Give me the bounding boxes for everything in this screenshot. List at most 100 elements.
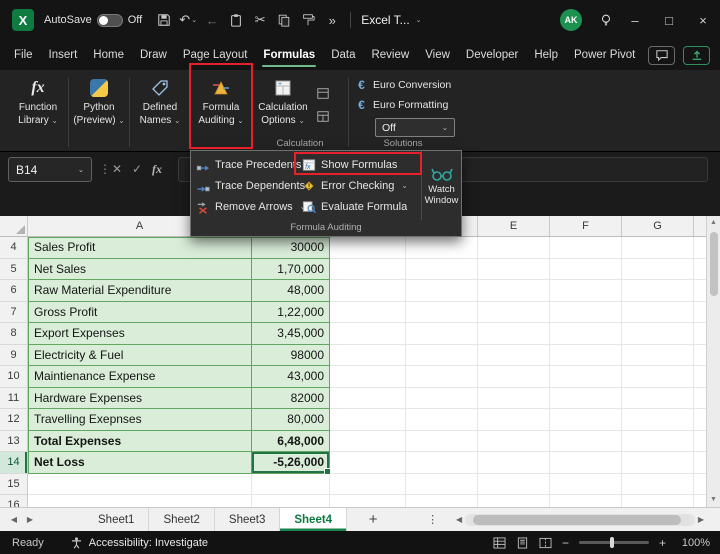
calculate-now-icon[interactable] (314, 86, 332, 101)
cell-colB[interactable]: 1,22,000 (252, 301, 330, 323)
cell-colD[interactable] (406, 237, 478, 259)
cell-colD[interactable] (406, 473, 478, 495)
ribbon-tab[interactable]: Draw (132, 40, 175, 70)
cell-colA[interactable]: Export Expenses (28, 323, 252, 345)
horizontal-scrollbar[interactable]: ◀ ▶ (456, 513, 704, 526)
row-header[interactable]: 8 (0, 323, 28, 345)
cell-colF[interactable] (550, 495, 622, 507)
cell-colF[interactable] (550, 344, 622, 366)
cell-colB[interactable]: 48,000 (252, 280, 330, 302)
cell-colA[interactable]: Gross Profit (28, 301, 252, 323)
euro-conversion-button[interactable]: € Euro Conversion (355, 75, 457, 95)
ribbon-tab[interactable]: Help (526, 40, 566, 70)
cell-colD[interactable] (406, 409, 478, 431)
cell-colG[interactable] (622, 473, 694, 495)
ribbon-tab[interactable]: Page Layout (175, 40, 256, 70)
row-header[interactable]: 6 (0, 280, 28, 302)
cell-colD[interactable] (406, 366, 478, 388)
cell-colC[interactable] (330, 473, 406, 495)
zoom-slider[interactable] (578, 537, 649, 548)
cell-colA[interactable]: Hardware Expenses (28, 387, 252, 409)
defined-names-button[interactable]: Defined Names ⌄ (130, 70, 190, 151)
comments-icon[interactable] (648, 45, 675, 65)
calculate-sheet-icon[interactable] (314, 109, 332, 124)
cell-colB[interactable]: -5,26,000 (252, 452, 331, 474)
hscroll-left-icon[interactable]: ◀ (456, 515, 462, 524)
cell-colC[interactable] (330, 280, 406, 302)
row-header[interactable]: 10 (0, 366, 28, 388)
cell-colE[interactable] (478, 258, 550, 280)
cell-colD[interactable] (406, 387, 478, 409)
lightbulb-icon[interactable] (594, 7, 618, 33)
enter-icon[interactable]: ✓ (132, 162, 142, 176)
cell-colC[interactable] (330, 258, 406, 280)
sheet-tab[interactable]: Sheet4 (280, 508, 348, 531)
ribbon-tab[interactable]: Insert (41, 40, 86, 70)
cell-colA[interactable]: Net Sales (28, 258, 252, 280)
cell-colF[interactable] (550, 430, 622, 452)
cell-colA[interactable]: Raw Material Expenditure (28, 280, 252, 302)
cell-colC[interactable] (330, 409, 406, 431)
cell-colA[interactable]: Total Expenses (28, 430, 252, 452)
cell-colA[interactable]: Net Loss (28, 452, 252, 474)
cell-colE[interactable] (478, 495, 550, 507)
cell-colF[interactable] (550, 237, 622, 259)
row-header[interactable]: 11 (0, 387, 28, 409)
cell-colE[interactable] (478, 452, 550, 474)
cell-colA[interactable]: Maintienance Expense (28, 366, 252, 388)
document-title[interactable]: Excel T... ⌄ (361, 13, 421, 27)
cell-colA[interactable]: Electricity & Fuel (28, 344, 252, 366)
cell-colG[interactable] (622, 280, 694, 302)
row-header[interactable]: 5 (0, 258, 28, 280)
format-painter-icon[interactable] (296, 7, 320, 33)
sheet-tab[interactable]: Sheet1 (84, 508, 150, 531)
column-header[interactable]: F (550, 216, 622, 236)
horizontal-scrollbar-thumb[interactable] (473, 514, 681, 525)
cell-colD[interactable] (406, 344, 478, 366)
cell-colE[interactable] (478, 430, 550, 452)
cell-colC[interactable] (330, 344, 406, 366)
normal-view-icon[interactable] (493, 536, 506, 549)
close-button[interactable]: × (686, 0, 720, 40)
cell-colF[interactable] (550, 323, 622, 345)
cell-colA[interactable] (28, 495, 252, 507)
ribbon-tab[interactable]: Data (323, 40, 363, 70)
cell-colF[interactable] (550, 473, 622, 495)
function-library-button[interactable]: fx Function Library ⌄ (8, 70, 68, 151)
select-all-button[interactable] (0, 216, 28, 236)
row-header[interactable]: 7 (0, 301, 28, 323)
watch-window-button[interactable]: Watch Window (421, 151, 461, 220)
hscroll-track[interactable] (465, 513, 695, 526)
cell-colA[interactable]: Sales Profit (28, 237, 252, 259)
cell-colD[interactable] (406, 323, 478, 345)
cell-colC[interactable] (330, 323, 406, 345)
sheet-nav-left-icon[interactable]: ◀ (6, 515, 22, 524)
cell-colC[interactable] (330, 237, 406, 259)
zoom-out-icon[interactable]: − (562, 536, 569, 550)
cell-colE[interactable] (478, 366, 550, 388)
page-layout-view-icon[interactable] (516, 536, 529, 549)
paste-icon[interactable] (224, 7, 248, 33)
trace-dependents-item[interactable]: Trace Dependents (191, 175, 305, 196)
cell-colC[interactable] (330, 430, 406, 452)
cell-colA[interactable] (28, 473, 252, 495)
cell-colB[interactable]: 1,70,000 (252, 258, 330, 280)
row-header[interactable]: 4 (0, 237, 28, 259)
toolbar-overflow-icon[interactable]: » (320, 7, 344, 33)
hscroll-right-icon[interactable]: ▶ (698, 515, 704, 524)
formula-auditing-button[interactable]: Formula Auditing ⌄ (191, 70, 251, 151)
cell-colB[interactable]: 6,48,000 (252, 430, 330, 452)
cell-colG[interactable] (622, 258, 694, 280)
minimize-button[interactable]: – (618, 0, 652, 40)
zoom-slider-knob[interactable] (609, 537, 614, 548)
avatar[interactable]: AK (560, 9, 582, 31)
cell-colE[interactable] (478, 237, 550, 259)
sheet-tab[interactable]: Sheet2 (149, 508, 215, 531)
cell-colE[interactable] (478, 409, 550, 431)
sheet-nav-right-icon[interactable]: ▶ (22, 515, 38, 524)
page-break-view-icon[interactable] (539, 537, 552, 549)
column-header[interactable]: G (622, 216, 694, 236)
undo-icon[interactable]: ↶ ⌄ (176, 7, 200, 33)
show-formulas-item[interactable]: fx Show Formulas (297, 154, 421, 175)
cell-colB[interactable]: 43,000 (252, 366, 330, 388)
